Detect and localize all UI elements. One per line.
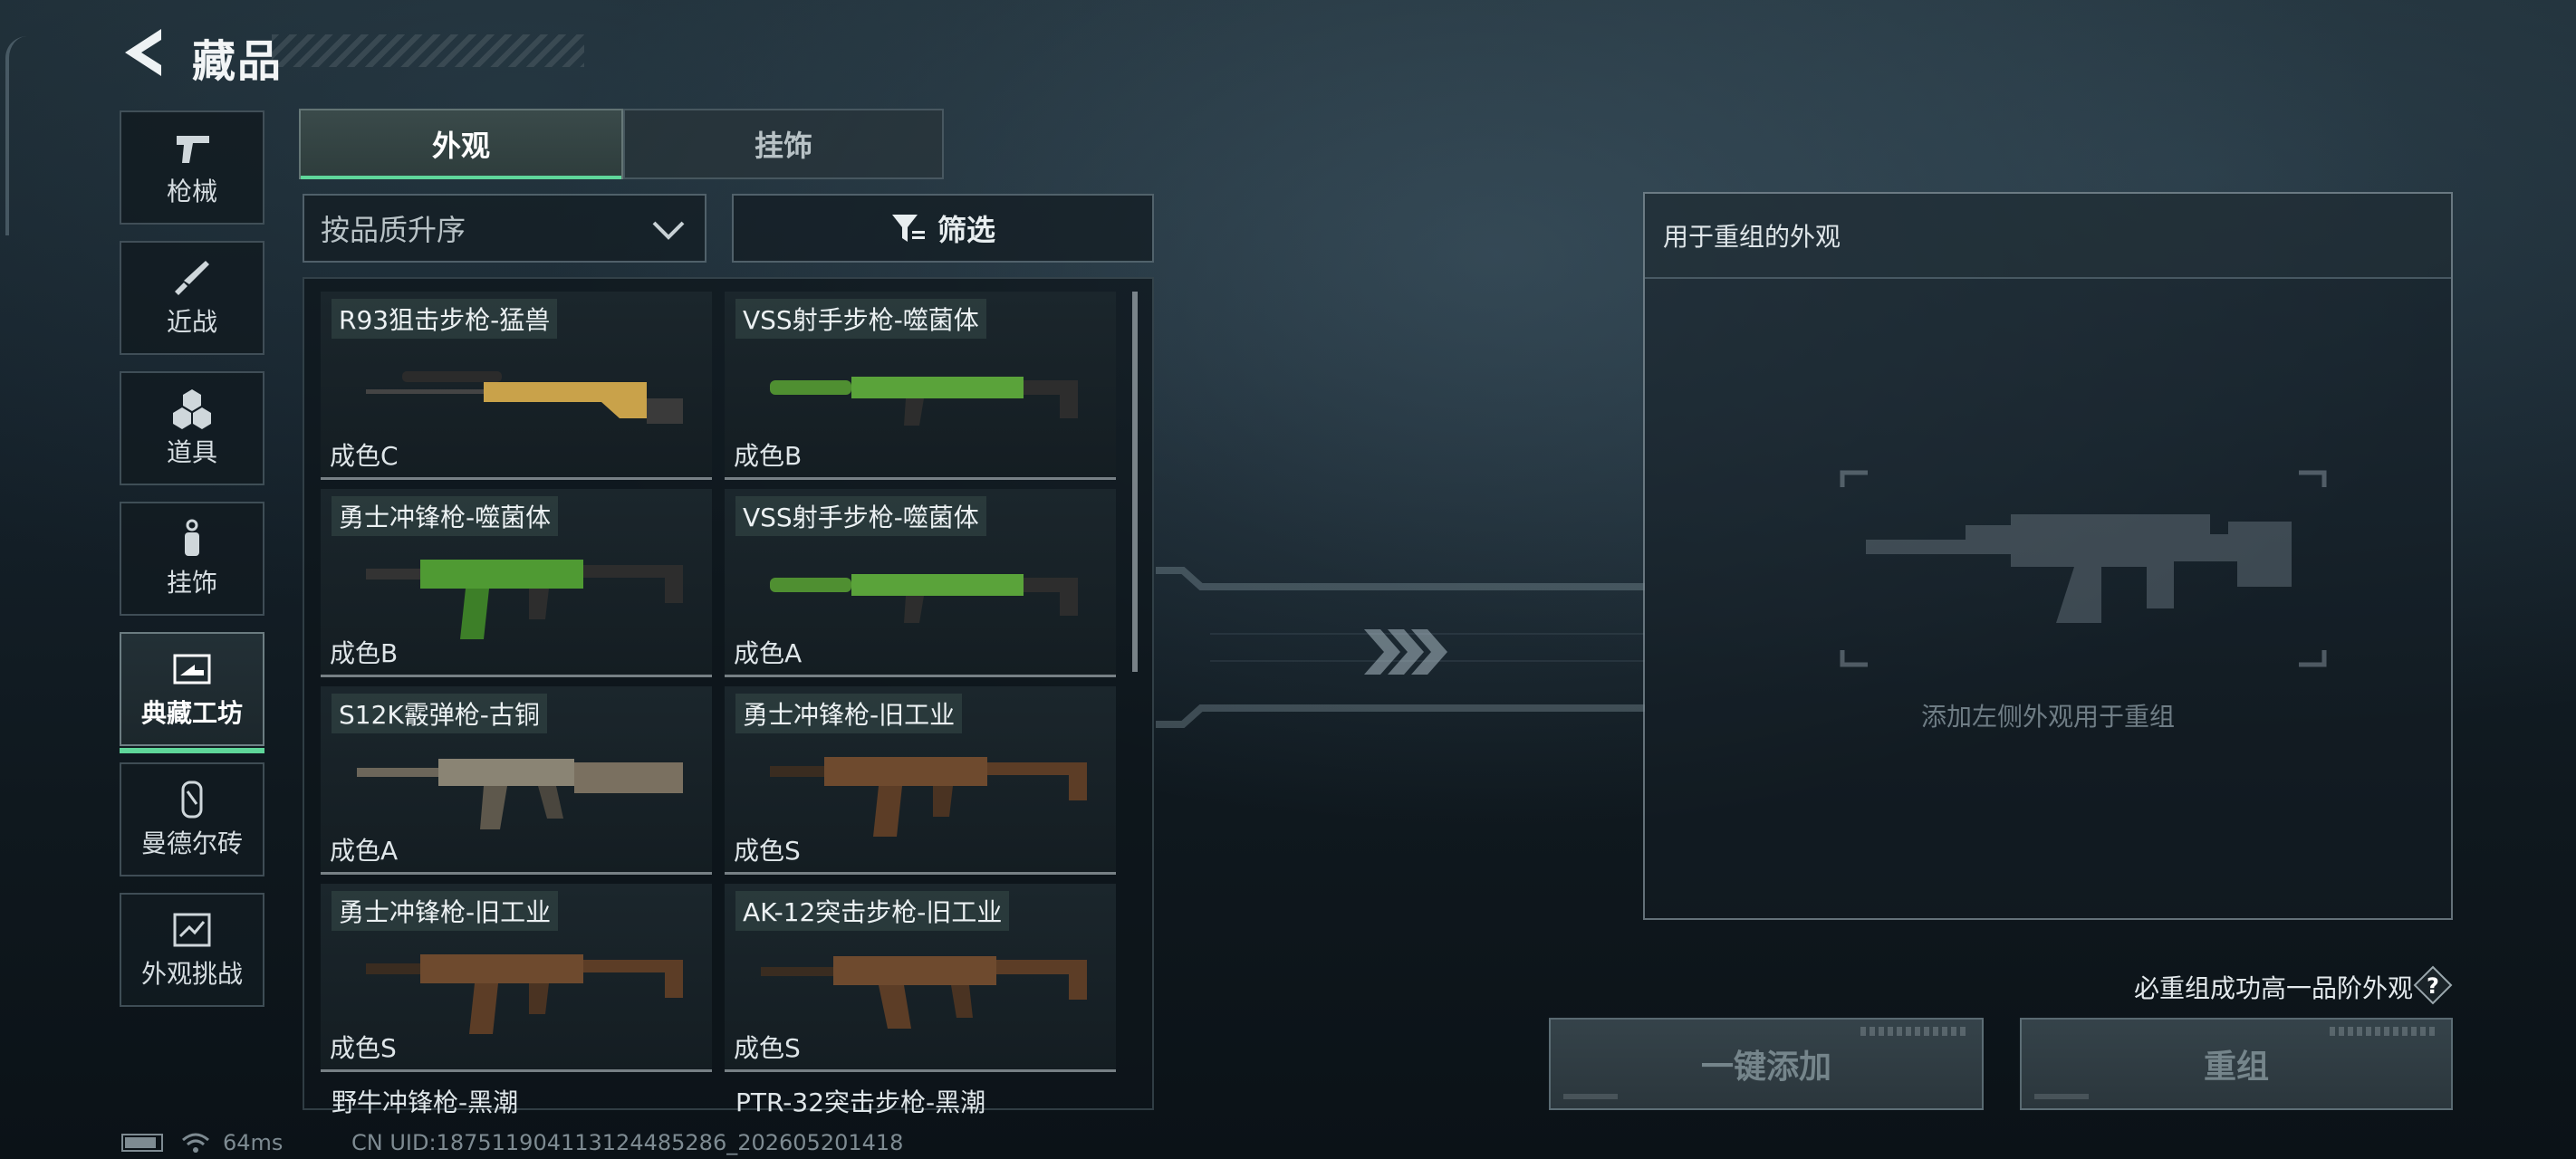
sort-dropdown[interactable]: 按品质升序 (303, 194, 706, 263)
category-melee[interactable]: 近战 (120, 241, 264, 355)
smg-image (770, 757, 1087, 837)
recombine-label: 重组 (2203, 1049, 2269, 1086)
skin-grade: 成色S (330, 1033, 397, 1063)
shotgun-image (357, 759, 683, 829)
category-guns[interactable]: 枪械 (120, 110, 264, 225)
smg-image (366, 560, 683, 639)
filter-button[interactable]: 筛选 (732, 194, 1154, 263)
status-bar: 64ms (121, 1130, 283, 1155)
skin-card[interactable]: AK-12突击步枪-旧工业 成色S (725, 884, 1116, 1072)
skin-grade: 成色A (734, 638, 803, 668)
rifle-image (366, 371, 683, 424)
category-label: 近战 (166, 307, 217, 337)
button-decoration (2034, 1094, 2089, 1099)
category-workshop[interactable]: 典藏工坊 (120, 632, 264, 753)
placeholder-gun-icon (1840, 470, 2327, 667)
category-label: 曼德尔砖 (140, 829, 243, 858)
forward-arrows-icon (1364, 629, 1447, 675)
chevron-down-icon (652, 221, 685, 240)
filter-icon (891, 215, 925, 242)
brick-icon (181, 781, 203, 819)
skin-name: 勇士冲锋枪-噬菌体 (332, 496, 559, 536)
category-label: 枪械 (166, 177, 217, 206)
skin-card[interactable]: 勇士冲锋枪-噬菌体 成色B (321, 489, 712, 677)
challenge-icon (173, 913, 211, 947)
rifle-image (770, 377, 1078, 426)
grid-scrollbar[interactable] (1132, 292, 1138, 672)
uid-text: CN UID:18751190411312448528​6_2026052014… (351, 1130, 904, 1155)
skin-name: S12K霰弹枪-古铜 (332, 694, 547, 733)
panel-title: 用于重组的外观 (1645, 194, 2451, 279)
add-all-button[interactable]: 一键添加 (1549, 1018, 1984, 1110)
card-divider (321, 675, 712, 677)
title-decoration (272, 34, 584, 67)
button-decoration (1563, 1094, 1618, 1099)
skin-grade: 成色S (734, 1033, 801, 1063)
skin-card[interactable]: 勇士冲锋枪-旧工业 成色S (725, 686, 1116, 875)
category-charms[interactable]: 挂饰 (120, 502, 264, 616)
skin-name: VSS射手步枪-噬菌体 (735, 299, 986, 339)
add-all-label: 一键添加 (1700, 1049, 1831, 1086)
skin-card[interactable]: R93狙击步枪-猛兽 成色C (321, 292, 712, 480)
skin-card[interactable]: 勇士冲锋枪-旧工业 成色S (321, 884, 712, 1072)
category-label: 典藏工坊 (140, 698, 243, 728)
sort-label: 按品质升序 (321, 213, 466, 247)
skin-name: 勇士冲锋枪-旧工业 (332, 891, 559, 931)
tab-appearance[interactable]: 外观 (299, 109, 623, 179)
back-arrow-icon[interactable] (120, 25, 167, 80)
recombine-button[interactable]: 重组 (2020, 1018, 2453, 1110)
smg-image (366, 954, 683, 1034)
wifi-icon (182, 1133, 209, 1153)
charm-icon (185, 519, 199, 556)
skin-grid[interactable]: R93狙击步枪-猛兽 成色C VSS射手步枪-噬菌体 成色B 勇士冲锋枪-噬菌体 (303, 277, 1154, 1110)
skin-grade: 成色A (330, 836, 399, 866)
tab-charms[interactable]: 挂饰 (623, 109, 944, 179)
skin-card[interactable]: S12K霰弹枪-古铜 成色A (321, 686, 712, 875)
skin-name: AK-12突击步枪-旧工业 (735, 891, 1010, 931)
card-divider (321, 1069, 712, 1072)
filter-label: 筛选 (937, 213, 995, 247)
button-decoration (1860, 1027, 1969, 1036)
skin-name: 勇士冲锋枪-旧工业 (735, 694, 963, 733)
battery-icon (121, 1134, 163, 1152)
card-divider (725, 477, 1116, 480)
ping-text: 64ms (223, 1130, 284, 1155)
skin-card[interactable]: VSS射手步枪-噬菌体 成色B (725, 292, 1116, 480)
category-mandel-brick[interactable]: 曼德尔砖 (120, 762, 264, 876)
guarantee-text: 必重组成功高一品阶外观 (2133, 973, 2413, 1003)
skin-card[interactable]: VSS射手步枪-噬菌体 成色A (725, 489, 1116, 677)
workshop-icon (173, 654, 211, 685)
pistol-icon (177, 136, 209, 163)
skin-name-partial: PTR-32突击步枪-黑潮 (735, 1087, 986, 1117)
skin-grade: 成色C (330, 441, 399, 471)
skin-grade: 成色S (734, 836, 801, 866)
category-items[interactable]: 道具 (120, 371, 264, 485)
rifle-image (761, 956, 1087, 1029)
grenade-icon (173, 389, 211, 429)
category-label: 挂饰 (166, 568, 217, 598)
card-divider (321, 477, 712, 480)
svg-text:?: ? (2427, 973, 2439, 999)
page-title: 藏品 (192, 36, 284, 87)
panel-hint: 添加左侧外观用于重组 (1920, 702, 2175, 732)
card-divider (725, 872, 1116, 875)
knife-icon (175, 261, 209, 295)
skin-name: VSS射手步枪-噬菌体 (735, 496, 986, 536)
category-label: 道具 (166, 437, 217, 467)
skin-name: R93狙击步枪-猛兽 (332, 299, 558, 339)
category-skin-challenge[interactable]: 外观挑战 (120, 893, 264, 1007)
help-icon[interactable]: ? (2413, 965, 2453, 1005)
card-divider (321, 872, 712, 875)
rifle-image (770, 574, 1078, 623)
edge-decoration (5, 36, 27, 235)
skin-grade: 成色B (734, 441, 803, 471)
connector-decoration (1156, 567, 1645, 728)
card-divider (725, 675, 1116, 677)
skin-name-partial: 野牛冲锋枪-黑潮 (332, 1087, 519, 1117)
category-label: 外观挑战 (140, 959, 243, 989)
button-decoration (2330, 1027, 2438, 1036)
card-divider (725, 1069, 1116, 1072)
skin-grade: 成色B (330, 638, 399, 668)
